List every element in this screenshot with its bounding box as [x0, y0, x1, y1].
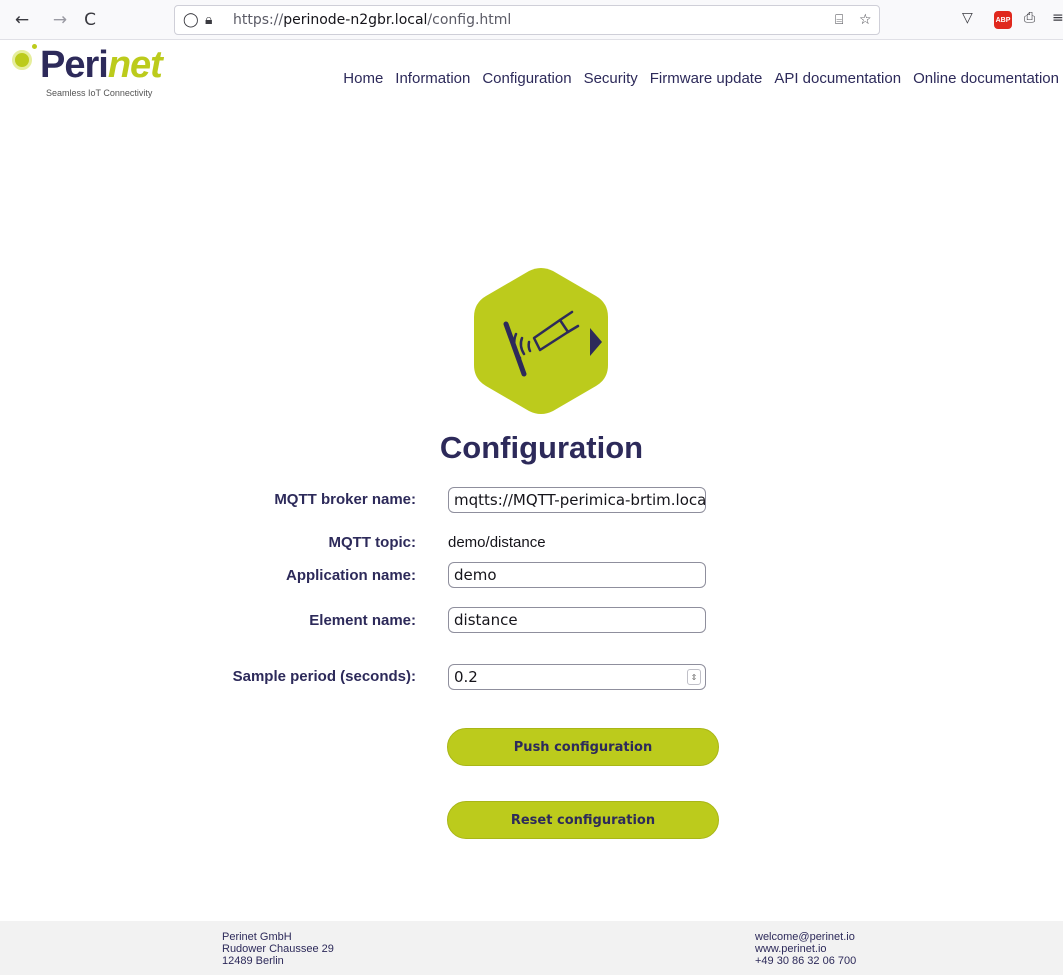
- menu-icon[interactable]: ≡: [1052, 10, 1063, 26]
- reload-icon: C: [84, 10, 96, 30]
- print-icon[interactable]: ⎙: [1024, 10, 1035, 26]
- url-text[interactable]: https://perinode-n2gbr.local/config.html: [233, 12, 511, 28]
- reset-configuration-button[interactable]: Reset configuration: [447, 801, 719, 839]
- broker-name-input[interactable]: mqtts://MQTT-perimica-brtim.local: [448, 487, 706, 513]
- nav-online-documentation[interactable]: Online documentation: [913, 70, 1059, 87]
- nav-information[interactable]: Information: [395, 70, 470, 87]
- page-title: Configuration: [439, 430, 644, 465]
- nav-api-documentation[interactable]: API documentation: [774, 70, 901, 87]
- footer-email[interactable]: welcome@perinet.io: [755, 931, 856, 943]
- reload-button[interactable]: C: [78, 8, 102, 32]
- application-name-label: Application name:: [285, 567, 416, 584]
- mqtt-topic-value: demo/distance: [448, 534, 546, 551]
- nav-firmware-update[interactable]: Firmware update: [650, 70, 763, 87]
- logo-dot-icon: [32, 44, 37, 49]
- forward-arrow-icon: →: [52, 10, 68, 30]
- main-nav: Home Information Configuration Security …: [343, 70, 1059, 87]
- footer-city: 12489 Berlin: [222, 955, 284, 967]
- element-name-label: Element name:: [309, 612, 416, 629]
- stepper-arrows-icon[interactable]: ⇕: [687, 669, 701, 685]
- nav-configuration[interactable]: Configuration: [482, 70, 571, 87]
- back-arrow-icon: ←: [14, 10, 30, 30]
- shield-icon[interactable]: ◯: [183, 12, 199, 28]
- sample-period-label: Sample period (seconds):: [232, 668, 416, 685]
- footer-website[interactable]: www.perinet.io: [755, 943, 856, 955]
- footer-street: Rudower Chaussee 29: [222, 943, 334, 955]
- lock-icon[interactable]: 🔒︎: [205, 12, 212, 28]
- mqtt-topic-label: MQTT topic:: [328, 534, 416, 551]
- footer-company: Perinet GmbH: [222, 931, 292, 943]
- element-name-input[interactable]: distance: [448, 607, 706, 633]
- nav-home[interactable]: Home: [343, 70, 383, 87]
- push-configuration-button[interactable]: Push configuration: [447, 728, 719, 766]
- footer-address: Perinet GmbH Rudower Chaussee 29 12489 B…: [222, 931, 334, 967]
- browser-toolbar: ← → C ◯ 🔒︎ https://perinode-n2gbr.local/…: [0, 0, 1063, 40]
- distance-sensor-icon: [474, 268, 608, 414]
- logo-mark-icon: [12, 50, 32, 70]
- forward-button[interactable]: →: [48, 8, 72, 32]
- footer-contact: welcome@perinet.io www.perinet.io +49 30…: [755, 931, 856, 967]
- back-button[interactable]: ←: [10, 8, 34, 32]
- broker-name-label: MQTT broker name:: [274, 491, 416, 508]
- footer: Perinet GmbH Rudower Chaussee 29 12489 B…: [0, 921, 1063, 975]
- footer-phone: +49 30 86 32 06 700: [755, 955, 857, 967]
- address-bar[interactable]: ◯ 🔒︎ https://perinode-n2gbr.local/config…: [174, 5, 880, 35]
- reader-mode-icon[interactable]: ⌸: [835, 12, 843, 28]
- adblock-icon[interactable]: ABP: [994, 11, 1012, 29]
- logo-wordmark: Perinet: [40, 44, 163, 86]
- sample-period-value: 0.2: [454, 668, 478, 686]
- pocket-icon[interactable]: ▽: [962, 10, 973, 26]
- nav-security[interactable]: Security: [584, 70, 638, 87]
- application-name-input[interactable]: demo: [448, 562, 706, 588]
- logo-tagline: Seamless IoT Connectivity: [46, 88, 153, 98]
- sample-period-input[interactable]: 0.2 ⇕: [448, 664, 706, 690]
- bookmark-star-icon[interactable]: ☆: [859, 12, 872, 28]
- perinet-logo[interactable]: Perinet Seamless IoT Connectivity: [12, 44, 182, 102]
